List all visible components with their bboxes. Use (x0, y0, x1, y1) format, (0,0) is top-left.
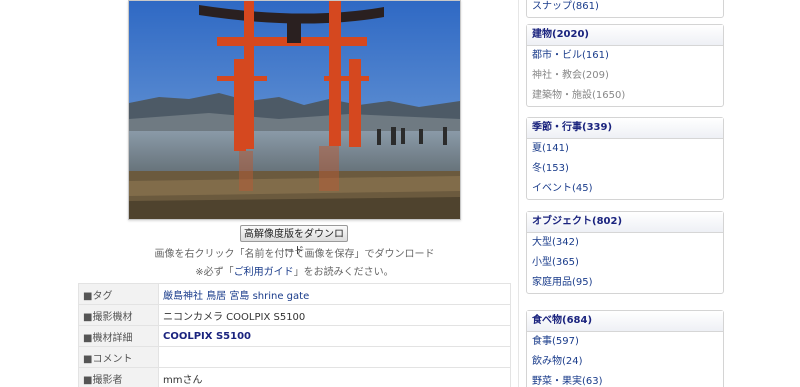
category-box-food: 食べ物(684) 食事(597) 飲み物(24) 野菜・果実(63) (526, 310, 724, 387)
category-link[interactable]: 飲み物(24) (532, 356, 583, 367)
photographer-label: ■撮影者 (78, 367, 159, 387)
guide-notice: ※必ず「ご利用ガイド」をお読みください。 (0, 263, 589, 278)
tag-link[interactable]: shrine gate (253, 291, 310, 302)
table-row: ■撮影者 mmさん (78, 367, 511, 387)
table-row: ■タグ 厳島神社 鳥居 宮島 shrine gate (78, 283, 511, 305)
category-link[interactable]: 冬(153) (532, 163, 569, 174)
comment-label: ■コメント (78, 346, 159, 368)
category-box-seasons: 季節・行事(339) 夏(141) 冬(153) イベント(45) (526, 117, 724, 200)
sidebar-item[interactable]: 夏(141) (527, 139, 723, 159)
category-link[interactable]: 夏(141) (532, 143, 569, 154)
sidebar-item[interactable]: 神社・教会(209) (527, 66, 723, 86)
tag-link[interactable]: 厳島神社 (163, 291, 203, 302)
main-photo[interactable] (128, 0, 461, 220)
tag-list: 厳島神社 鳥居 宮島 shrine gate (158, 283, 511, 305)
category-box-buildings: 建物(2020) 都市・ビル(161) 神社・教会(209) 建築物・施設(16… (526, 24, 724, 107)
sidebar-item[interactable]: 飲み物(24) (527, 352, 723, 372)
category-link[interactable]: スナップ(861) (532, 1, 599, 12)
category-box-objects: オブジェクト(802) 大型(342) 小型(365) 家庭用品(95) (526, 211, 724, 294)
sidebar-item[interactable]: 野菜・果実(63) (527, 372, 723, 387)
camera-label: ■撮影機材 (78, 304, 159, 326)
photographer-value: mmさん (158, 367, 511, 387)
sidebar-item[interactable]: スナップ(861) (527, 0, 723, 17)
category-heading[interactable]: 建物(2020) (527, 25, 723, 46)
sidebar: スナップ(861) 建物(2020) 都市・ビル(161) 神社・教会(209)… (518, 0, 783, 387)
camera-value: ニコンカメラ COOLPIX S5100 (158, 304, 511, 326)
save-instruction: 画像を右クリック「名前を付けて画像を保存」でダウンロード (154, 249, 435, 260)
category-link[interactable]: 神社・教会(209) (532, 70, 609, 81)
sidebar-item[interactable]: 大型(342) (527, 233, 723, 253)
category-link[interactable]: イベント(45) (532, 183, 593, 194)
torii-photo-image (129, 1, 460, 219)
photo-info-table: ■タグ 厳島神社 鳥居 宮島 shrine gate ■撮影機材 ニコンカメラ … (78, 283, 511, 387)
category-link[interactable]: 食事(597) (532, 336, 579, 347)
sidebar-item[interactable]: 建築物・施設(1650) (527, 86, 723, 106)
model-value: COOLPIX S5100 (158, 325, 511, 347)
category-link[interactable]: 建築物・施設(1650) (532, 90, 625, 101)
usage-guide-link[interactable]: ご利用ガイド (234, 267, 294, 278)
table-row: ■コメント (78, 346, 511, 368)
guide-notice-prefix: ※必ず「 (195, 267, 234, 278)
category-box-snap: スナップ(861) (526, 0, 724, 18)
tag-link[interactable]: 鳥居 (206, 291, 226, 302)
sidebar-item[interactable]: イベント(45) (527, 179, 723, 199)
tag-label: ■タグ (78, 283, 159, 305)
model-label: ■機材詳細 (78, 325, 159, 347)
category-link[interactable]: 家庭用品(95) (532, 277, 593, 288)
sidebar-item[interactable]: 冬(153) (527, 159, 723, 179)
guide-notice-suffix: 」をお読みください。 (293, 267, 394, 278)
comment-value (158, 346, 511, 368)
category-link[interactable]: 小型(365) (532, 257, 579, 268)
model-value-text: COOLPIX S5100 (163, 330, 251, 342)
tag-link[interactable]: 宮島 (229, 291, 249, 302)
table-row: ■撮影機材 ニコンカメラ COOLPIX S5100 (78, 304, 511, 326)
category-heading[interactable]: 食べ物(684) (527, 311, 723, 332)
sidebar-item[interactable]: 食事(597) (527, 332, 723, 352)
category-heading[interactable]: オブジェクト(802) (527, 212, 723, 233)
sidebar-item[interactable]: 都市・ビル(161) (527, 46, 723, 66)
category-link[interactable]: 都市・ビル(161) (532, 50, 609, 61)
category-link[interactable]: 野菜・果実(63) (532, 376, 603, 387)
category-link[interactable]: 大型(342) (532, 237, 579, 248)
table-row: ■機材詳細 COOLPIX S5100 (78, 325, 511, 347)
page: 高解像度版をダウンロード 画像を右クリック「名前を付けて画像を保存」でダウンロー… (0, 0, 800, 387)
category-heading[interactable]: 季節・行事(339) (527, 118, 723, 139)
download-highres-button[interactable]: 高解像度版をダウンロード (240, 225, 348, 257)
sidebar-item[interactable]: 小型(365) (527, 253, 723, 273)
sidebar-item[interactable]: 家庭用品(95) (527, 273, 723, 293)
